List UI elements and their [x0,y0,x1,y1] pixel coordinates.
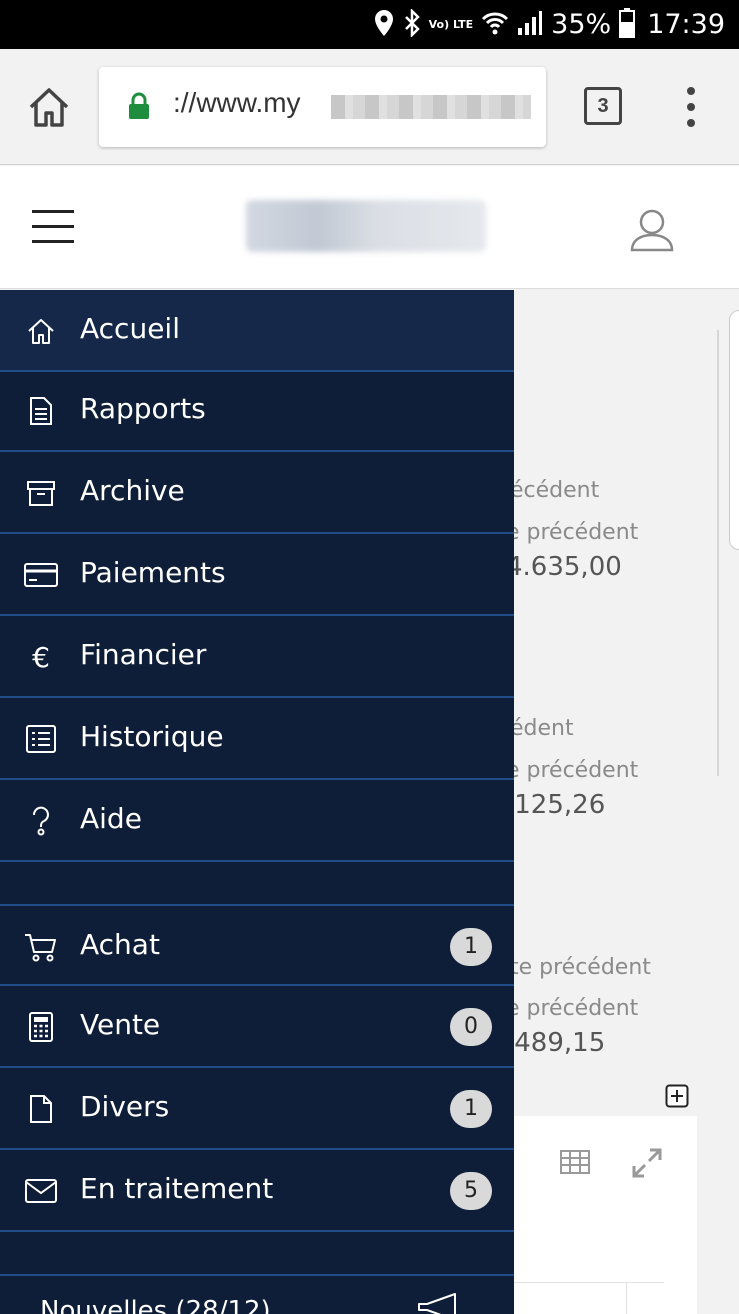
sidebar-item-label: Accueil [80,312,180,345]
sidebar-item-label: Aide [80,802,142,835]
sidebar-item-label: Historique [80,720,224,753]
stat-amount: .489,15 [506,1028,606,1058]
user-icon[interactable] [628,206,676,254]
sidebar-menu: Accueil Rapports Archive Paiements € Fin… [0,290,514,1314]
envelope-icon [24,1174,58,1208]
home-icon [24,314,58,348]
megaphone-icon [416,1292,466,1314]
app-header [0,166,739,289]
battery-percent: 35% [551,9,612,40]
sidebar-item-label: Divers [80,1090,170,1123]
sidebar-item-label: Archive [80,474,185,507]
divider [514,1282,664,1283]
calculator-icon [24,1010,58,1044]
stat-label: e précédent [506,758,639,783]
bluetooth-icon [403,7,421,41]
sidebar-item-label: Achat [80,928,160,961]
volte-indicator: Vo) LTE [428,18,474,31]
url-redacted [331,95,531,119]
sidebar-item-vente[interactable]: Vente 0 [0,986,514,1068]
wifi-icon [481,10,509,40]
stat-label: e précédent [506,520,639,545]
sidebar-item-achat[interactable]: Achat 1 [0,904,514,986]
document-icon [24,394,58,428]
list-icon [24,722,58,756]
sidebar-item-paiements[interactable]: Paiements [0,534,514,616]
sidebar-item-archive[interactable]: Archive [0,452,514,534]
sidebar-item-financier[interactable]: € Financier [0,616,514,698]
divider [717,330,719,776]
stat-amount: 4.635,00 [506,552,622,582]
tab-switcher-button[interactable]: 3 [584,87,622,125]
help-icon [24,804,58,838]
cart-icon [24,930,58,964]
expand-icon[interactable] [632,1148,662,1182]
sidebar-item-aide[interactable]: Aide [0,780,514,862]
signal-icon [517,10,543,40]
url-text: ://www.my [173,87,301,118]
count-badge: 0 [450,1008,492,1046]
stat-amount: .125,26 [506,790,606,820]
stat-label: te précédent [510,955,651,980]
count-badge: 5 [450,1172,492,1210]
divider [626,1282,627,1314]
count-badge: 1 [450,1090,492,1128]
stat-label: e précédent [506,996,639,1021]
sidebar-item-label: Paiements [80,556,226,589]
sidebar-item-historique[interactable]: Historique [0,698,514,780]
menu-icon[interactable] [32,210,74,244]
chart-panel [514,1116,697,1314]
logo [246,200,486,252]
sidebar-item-label: Financier [80,638,207,671]
location-icon [373,9,395,41]
card [729,310,739,550]
more-options-icon[interactable] [678,87,706,127]
euro-icon: € [32,640,50,674]
sidebar-item-rapports[interactable]: Rapports [0,370,514,452]
lock-icon [127,91,151,125]
address-bar[interactable]: ://www.my [99,67,546,147]
news-label[interactable]: Nouvelles (28/12) [40,1296,271,1314]
sidebar-item-accueil[interactable]: Accueil [0,290,514,372]
count-badge: 1 [450,928,492,966]
sidebar-item-en-traitement[interactable]: En traitement 5 [0,1150,514,1232]
battery-icon [619,7,636,42]
sidebar-item-divers[interactable]: Divers 1 [0,1068,514,1150]
table-icon[interactable] [560,1150,590,1178]
stat-label: édent [510,716,574,741]
sidebar-item-label: En traitement [80,1172,274,1205]
clock: 17:39 [647,9,725,40]
stat-label: écédent [510,478,600,503]
sidebar-item-label: Vente [80,1008,161,1041]
sidebar-item-label: Rapports [80,392,206,425]
archive-icon [24,476,58,510]
home-icon[interactable] [26,85,72,131]
browser-toolbar: ://www.my 3 [0,49,739,165]
credit-card-icon [24,558,58,592]
status-bar: Vo) LTE 35% 17:39 [0,0,739,49]
add-widget-icon[interactable] [665,1084,689,1108]
file-icon [24,1092,58,1126]
